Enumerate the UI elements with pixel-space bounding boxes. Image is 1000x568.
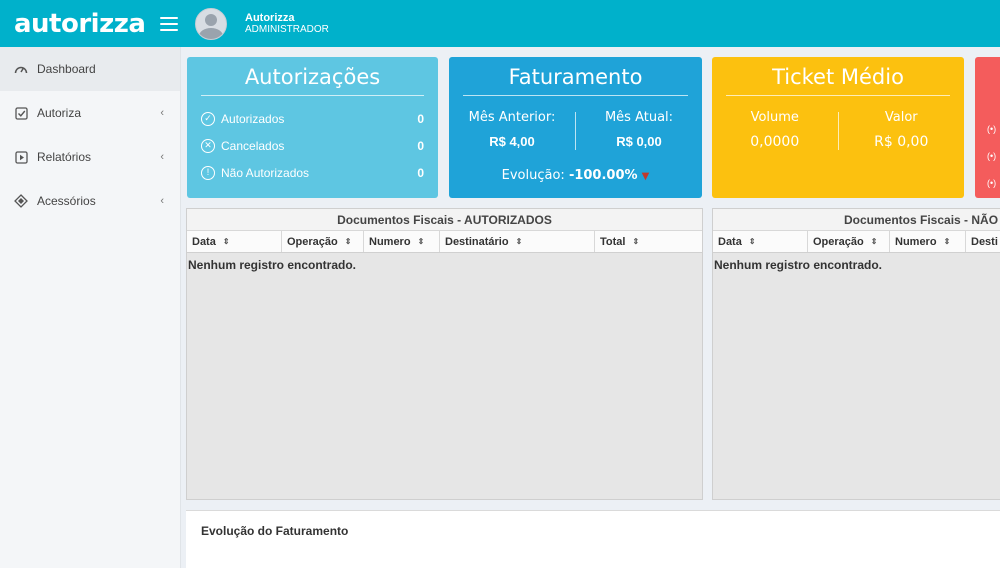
column-header-operacao[interactable]: Operação ⇕ bbox=[808, 231, 890, 252]
app-logo[interactable]: autorizza bbox=[0, 9, 150, 39]
divider bbox=[726, 95, 950, 96]
signal-icon: (•) bbox=[987, 177, 997, 188]
sidebar: Dashboard Autoriza ‹ Relatórios ‹ Acessó… bbox=[0, 47, 181, 568]
top-header: autorizza Autorizza ADMINISTRADOR bbox=[0, 0, 1000, 47]
chevron-left-icon: ‹ bbox=[160, 195, 164, 207]
card-title: Faturamento bbox=[508, 65, 643, 89]
signal-icon: (•) bbox=[987, 150, 997, 161]
sort-icon: ⇕ bbox=[344, 237, 352, 246]
sort-icon: ⇕ bbox=[748, 237, 756, 246]
sort-icon: ⇕ bbox=[417, 237, 425, 246]
exclamation-circle-icon: ! bbox=[201, 165, 215, 180]
user-info[interactable]: Autorizza ADMINISTRADOR bbox=[245, 12, 329, 36]
column-header-data[interactable]: Data ⇕ bbox=[187, 231, 282, 252]
stat-value: 0 bbox=[417, 165, 424, 180]
card-autorizacoes: Autorizações ✓ Autorizados 0 ✕ Cancelados … bbox=[187, 57, 438, 198]
sidebar-item-dashboard[interactable]: Dashboard bbox=[0, 47, 180, 91]
sort-icon: ⇕ bbox=[515, 237, 523, 246]
table-header: Data ⇕ Operação ⇕ Numero ⇕ Desti bbox=[713, 231, 1000, 253]
table-nao-autorizados: Documentos Fiscais - NÃO Data ⇕ Operação ⇕… bbox=[712, 208, 1000, 500]
table-autorizados: Documentos Fiscais - AUTORIZADOS Data ⇕ O… bbox=[186, 208, 703, 500]
column-header-destinatario[interactable]: Desti bbox=[966, 231, 1000, 252]
sidebar-item-label: Relatórios bbox=[37, 150, 92, 164]
card-title: Autorizações bbox=[244, 65, 381, 89]
user-avatar[interactable] bbox=[195, 7, 227, 40]
card-title: Ticket Médio bbox=[772, 65, 904, 89]
divider bbox=[201, 95, 424, 96]
table-header: Data ⇕ Operação ⇕ Numero ⇕ Destinatário ⇕ To… bbox=[187, 231, 702, 253]
arrow-down-icon: ▼ bbox=[641, 171, 650, 182]
table-title: Documentos Fiscais - NÃO bbox=[713, 209, 1000, 231]
column-header-numero[interactable]: Numero ⇕ bbox=[364, 231, 440, 252]
panel-title: Evolução do Faturamento bbox=[201, 524, 349, 538]
diamond-icon bbox=[13, 193, 29, 209]
stat-value: 0 bbox=[417, 111, 424, 126]
sort-icon: ⇕ bbox=[870, 237, 878, 246]
table-title: Documentos Fiscais - AUTORIZADOS bbox=[187, 209, 702, 231]
sort-icon: ⇕ bbox=[222, 237, 230, 246]
empty-message: Nenhum registro encontrado. bbox=[188, 258, 357, 272]
valor-value: R$ 0,00 bbox=[874, 134, 929, 150]
sidebar-item-label: Dashboard bbox=[37, 62, 96, 76]
curr-month-label: Mês Atual: bbox=[604, 110, 674, 125]
valor-label: Valor bbox=[884, 110, 918, 125]
stat-row-autorizados: ✓ Autorizados 0 bbox=[187, 105, 438, 132]
signal-icon: (•) bbox=[987, 123, 997, 134]
sidebar-item-relatorios[interactable]: Relatórios ‹ bbox=[0, 135, 180, 179]
card-ticket-medio: Ticket Médio Volume 0,0000 Valor R$ 0,00 bbox=[712, 57, 964, 198]
card-faturamento: Faturamento Mês Anterior: R$ 4,00 Mês At… bbox=[449, 57, 702, 198]
column-header-destinatario[interactable]: Destinatário ⇕ bbox=[440, 231, 595, 252]
user-role: ADMINISTRADOR bbox=[245, 23, 329, 35]
x-circle-icon: ✕ bbox=[201, 138, 215, 153]
chart-panel-evolucao: Evolução do Faturamento bbox=[186, 510, 1000, 568]
evolution: Evolução: -100.00% ▼ bbox=[449, 168, 702, 183]
sidebar-item-autoriza[interactable]: Autoriza ‹ bbox=[0, 91, 180, 135]
volume-value: 0,0000 bbox=[750, 134, 800, 150]
user-name: Autorizza bbox=[245, 11, 295, 24]
column-header-numero[interactable]: Numero ⇕ bbox=[890, 231, 966, 252]
column-header-total[interactable]: Total ⇕ bbox=[595, 231, 702, 252]
sidebar-item-acessorios[interactable]: Acessórios ‹ bbox=[0, 179, 180, 223]
divider bbox=[463, 95, 688, 96]
stat-label: Não Autorizados bbox=[221, 165, 310, 180]
empty-message: Nenhum registro encontrado. bbox=[714, 258, 883, 272]
menu-toggle-icon[interactable] bbox=[160, 16, 178, 31]
sort-icon: ⇕ bbox=[632, 237, 640, 246]
chevron-left-icon: ‹ bbox=[160, 107, 164, 119]
dashboard-icon bbox=[13, 61, 29, 77]
check-square-icon bbox=[13, 105, 29, 121]
sort-icon: ⇕ bbox=[943, 237, 951, 246]
check-circle-icon: ✓ bbox=[201, 111, 215, 126]
column-header-data[interactable]: Data ⇕ bbox=[713, 231, 808, 252]
evolution-value: -100.00% bbox=[568, 168, 638, 183]
chevron-left-icon: ‹ bbox=[160, 151, 164, 163]
prev-month-label: Mês Anterior: bbox=[468, 110, 556, 125]
play-square-icon bbox=[13, 149, 29, 165]
card-status-red: (•) (•) (•) bbox=[975, 57, 1000, 198]
stat-value: 0 bbox=[417, 138, 424, 153]
column-header-operacao[interactable]: Operação ⇕ bbox=[282, 231, 364, 252]
stat-label: Cancelados bbox=[221, 138, 285, 153]
stat-row-nao-autorizados: ! Não Autorizados 0 bbox=[187, 159, 438, 186]
curr-month-value: R$ 0,00 bbox=[616, 134, 662, 149]
sidebar-item-label: Acessórios bbox=[37, 194, 96, 208]
prev-month-value: R$ 4,00 bbox=[489, 134, 535, 149]
sidebar-item-label: Autoriza bbox=[37, 106, 82, 120]
volume-label: Volume bbox=[750, 110, 799, 125]
evolution-label: Evolução: bbox=[501, 168, 565, 183]
stat-row-cancelados: ✕ Cancelados 0 bbox=[187, 132, 438, 159]
stat-label: Autorizados bbox=[221, 111, 285, 126]
